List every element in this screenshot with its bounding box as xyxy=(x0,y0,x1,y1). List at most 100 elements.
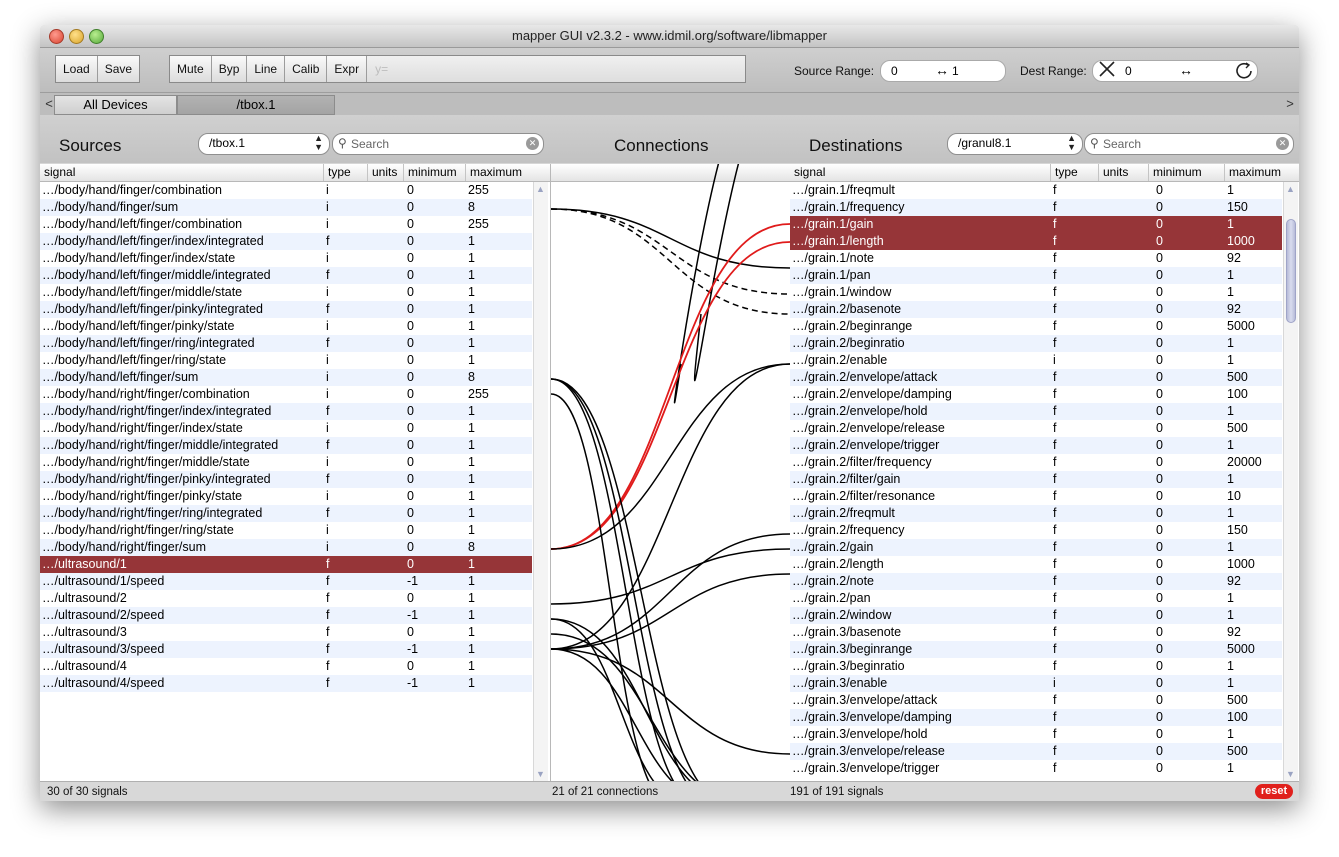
tab-scroll-left-icon[interactable]: < xyxy=(44,95,54,113)
table-row[interactable]: …/ultrasound/3/speed f -1 1 xyxy=(40,641,532,658)
table-row[interactable]: …/grain.2/basenote f 0 92 xyxy=(790,301,1282,318)
table-row[interactable]: …/ultrasound/1/speed f -1 1 xyxy=(40,573,532,590)
line-button[interactable]: Line xyxy=(247,56,286,82)
dest-range-min[interactable]: 0 xyxy=(1125,64,1132,78)
table-row[interactable]: …/grain.3/envelope/release f 0 500 xyxy=(790,743,1282,760)
table-row[interactable]: …/grain.2/filter/resonance f 0 10 xyxy=(790,488,1282,505)
col-type[interactable]: type xyxy=(324,164,368,181)
table-row[interactable]: …/grain.1/length f 0 1000 xyxy=(790,233,1282,250)
connection-line[interactable] xyxy=(551,208,790,295)
dest-range-field[interactable]: 0 ↔ xyxy=(1092,60,1258,82)
dest-scrollbar[interactable]: ▲ ▼ xyxy=(1283,182,1298,781)
table-row[interactable]: …/body/hand/left/finger/ring/integrated f… xyxy=(40,335,532,352)
table-row[interactable]: …/grain.2/window f 0 1 xyxy=(790,607,1282,624)
col-type[interactable]: type xyxy=(1051,164,1099,181)
table-row[interactable]: …/grain.2/freqmult f 0 1 xyxy=(790,505,1282,522)
table-row[interactable]: …/grain.2/beginratio f 0 1 xyxy=(790,335,1282,352)
scroll-up-icon[interactable]: ▲ xyxy=(536,184,545,194)
calib-button[interactable]: Calib xyxy=(285,56,328,82)
connection-line[interactable] xyxy=(551,208,790,269)
table-row[interactable]: …/grain.2/note f 0 92 xyxy=(790,573,1282,590)
connection-line[interactable] xyxy=(551,378,731,781)
bypass-button[interactable]: Byp xyxy=(212,56,248,82)
table-row[interactable]: …/body/hand/right/finger/ring/integrated… xyxy=(40,505,532,522)
table-row[interactable]: …/grain.3/envelope/attack f 0 500 xyxy=(790,692,1282,709)
connections-panel[interactable] xyxy=(550,164,791,781)
col-maximum[interactable]: maximum xyxy=(1225,164,1299,181)
save-button[interactable]: Save xyxy=(98,56,139,82)
swap-dest-icon[interactable]: ↔ xyxy=(1179,62,1193,78)
table-row[interactable]: …/body/hand/finger/sum i 0 8 xyxy=(40,199,532,216)
table-row[interactable]: …/grain.1/pan f 0 1 xyxy=(790,267,1282,284)
mute-button[interactable]: Mute xyxy=(170,56,212,82)
table-row[interactable]: …/grain.2/envelope/damping f 0 100 xyxy=(790,386,1282,403)
dest-device-select[interactable]: /granul8.1 ▲ ▼ xyxy=(947,133,1083,155)
tab-scroll-right-icon[interactable]: > xyxy=(1285,95,1295,113)
table-row[interactable]: …/body/hand/left/finger/middle/state i 0 1 xyxy=(40,284,532,301)
table-row[interactable]: …/grain.3/enable i 0 1 xyxy=(790,675,1282,692)
table-row[interactable]: …/body/hand/right/finger/middle/state i 0 1 xyxy=(40,454,532,471)
table-row[interactable]: …/body/hand/right/finger/ring/state i 0 1 xyxy=(40,522,532,539)
col-units[interactable]: units xyxy=(1099,164,1149,181)
scroll-down-icon[interactable]: ▼ xyxy=(536,769,545,779)
swap-source-icon[interactable]: ↔ xyxy=(935,62,949,78)
source-range-max[interactable]: 1 xyxy=(952,64,959,78)
table-row[interactable]: …/ultrasound/1 f 0 1 xyxy=(40,556,532,573)
table-row[interactable]: …/grain.3/beginratio f 0 1 xyxy=(790,658,1282,675)
table-row[interactable]: …/body/hand/left/finger/pinky/state i 0 1 xyxy=(40,318,532,335)
dest-scroll-thumb[interactable] xyxy=(1286,219,1296,324)
table-row[interactable]: …/body/hand/right/finger/pinky/integrate… xyxy=(40,471,532,488)
selected-connection-line[interactable] xyxy=(551,241,790,550)
table-row[interactable]: …/body/hand/left/finger/index/integrated… xyxy=(40,233,532,250)
table-row[interactable]: …/grain.1/frequency f 0 150 xyxy=(790,199,1282,216)
title-bar[interactable]: mapper GUI v2.3.2 - www.idmil.org/softwa… xyxy=(40,25,1299,48)
table-row[interactable]: …/grain.1/freqmult f 0 1 xyxy=(790,182,1282,199)
table-row[interactable]: …/grain.2/beginrange f 0 5000 xyxy=(790,318,1282,335)
expr-button[interactable]: Expr xyxy=(327,56,368,82)
table-row[interactable]: …/body/hand/left/finger/sum i 0 8 xyxy=(40,369,532,386)
table-row[interactable]: …/ultrasound/2/speed f -1 1 xyxy=(40,607,532,624)
connection-line[interactable] xyxy=(551,208,790,315)
clear-range-icon[interactable] xyxy=(1097,59,1117,82)
table-row[interactable]: …/body/hand/left/finger/pinky/integrated… xyxy=(40,301,532,318)
source-range-min[interactable]: 0 xyxy=(891,64,898,78)
table-row[interactable]: …/grain.2/envelope/attack f 0 500 xyxy=(790,369,1282,386)
table-row[interactable]: …/grain.1/window f 0 1 xyxy=(790,284,1282,301)
table-row[interactable]: …/body/hand/right/finger/combination i 0 25… xyxy=(40,386,532,403)
table-row[interactable]: …/body/hand/left/finger/ring/state i 0 1 xyxy=(40,352,532,369)
table-row[interactable]: …/body/hand/left/finger/middle/integrate… xyxy=(40,267,532,284)
table-row[interactable]: …/grain.1/gain f 0 1 xyxy=(790,216,1282,233)
connection-line[interactable] xyxy=(551,648,790,755)
table-row[interactable]: …/grain.1/note f 0 92 xyxy=(790,250,1282,267)
clear-search-icon[interactable]: ✕ xyxy=(526,137,539,150)
expression-input[interactable]: y= xyxy=(367,56,746,82)
table-row[interactable]: …/grain.3/envelope/trigger f 0 1 xyxy=(790,760,1282,777)
sources-scrollbar[interactable]: ▲ ▼ xyxy=(533,182,548,781)
table-row[interactable]: …/grain.3/beginrange f 0 5000 xyxy=(790,641,1282,658)
table-row[interactable]: …/ultrasound/4/speed f -1 1 xyxy=(40,675,532,692)
connection-line[interactable] xyxy=(551,378,701,781)
tab-tbox-1[interactable]: /tbox.1 xyxy=(177,95,335,115)
source-search-input[interactable]: ⚲ Search ✕ xyxy=(332,133,544,155)
table-row[interactable]: …/body/hand/finger/combination i 0 255 xyxy=(40,182,532,199)
table-row[interactable]: …/body/hand/left/finger/combination i 0 255 xyxy=(40,216,532,233)
refresh-icon[interactable] xyxy=(1233,60,1255,85)
table-row[interactable]: …/body/hand/left/finger/index/state i 0 1 xyxy=(40,250,532,267)
table-row[interactable]: …/grain.3/envelope/damping f 0 100 xyxy=(790,709,1282,726)
table-row[interactable]: …/grain.2/filter/gain f 0 1 xyxy=(790,471,1282,488)
table-row[interactable]: …/body/hand/right/finger/middle/integrat… xyxy=(40,437,532,454)
table-row[interactable]: …/grain.2/pan f 0 1 xyxy=(790,590,1282,607)
col-maximum[interactable]: maximum xyxy=(466,164,550,181)
table-row[interactable]: …/grain.3/envelope/hold f 0 1 xyxy=(790,726,1282,743)
source-range-field[interactable]: 0 ↔ 1 xyxy=(880,60,1006,82)
source-device-select[interactable]: /tbox.1 ▲ ▼ xyxy=(198,133,330,155)
connection-line[interactable] xyxy=(551,573,790,650)
table-row[interactable]: …/grain.2/envelope/trigger f 0 1 xyxy=(790,437,1282,454)
col-minimum[interactable]: minimum xyxy=(404,164,466,181)
connections-canvas[interactable] xyxy=(551,164,790,781)
table-row[interactable]: …/grain.2/envelope/hold f 0 1 xyxy=(790,403,1282,420)
table-row[interactable]: …/grain.2/envelope/release f 0 500 xyxy=(790,420,1282,437)
table-row[interactable]: …/grain.2/frequency f 0 150 xyxy=(790,522,1282,539)
table-row[interactable]: …/grain.2/filter/frequency f 0 20000 xyxy=(790,454,1282,471)
load-button[interactable]: Load xyxy=(56,56,98,82)
